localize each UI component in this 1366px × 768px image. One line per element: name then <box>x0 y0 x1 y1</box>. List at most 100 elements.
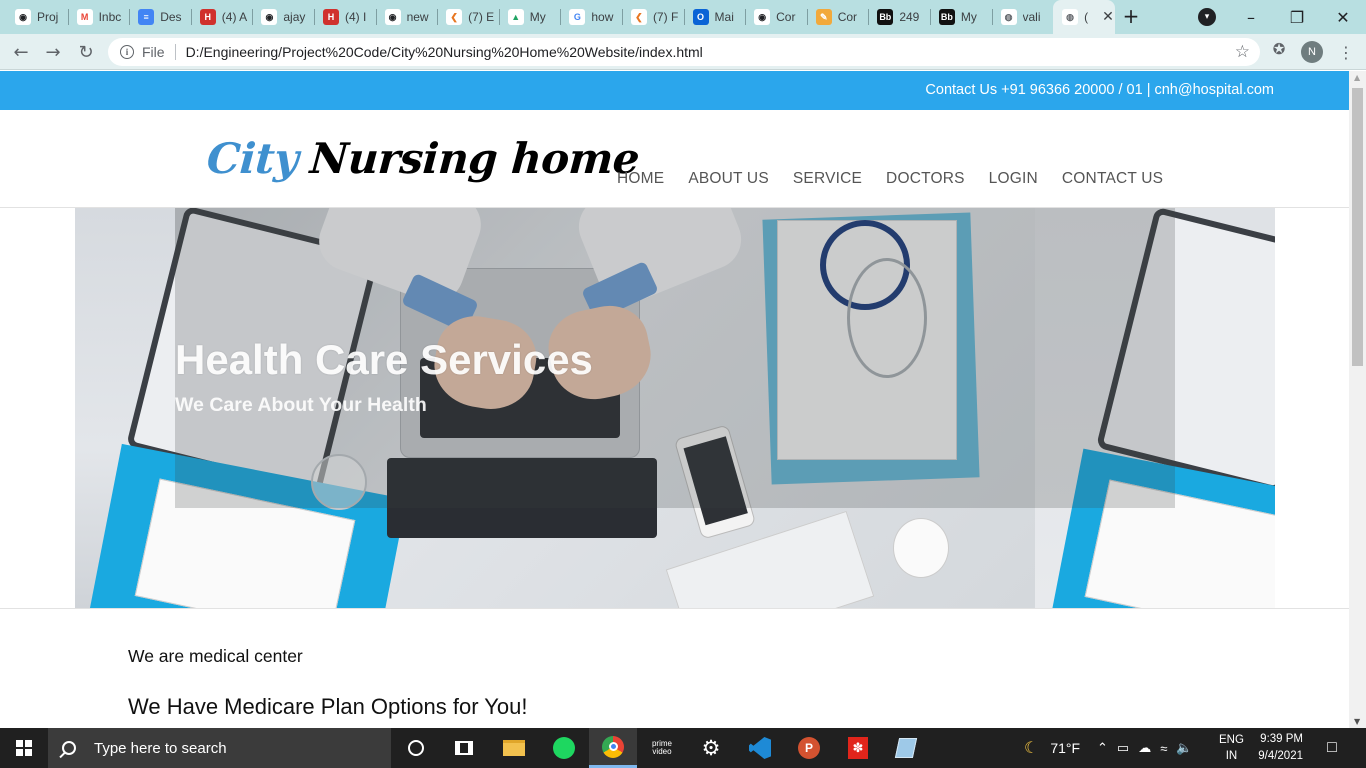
google-icon: G <box>569 9 586 25</box>
address-bar[interactable]: i File D:/Engineering/Project%20Code/Cit… <box>108 38 1260 66</box>
browser-tab[interactable]: H (4) I <box>313 0 376 34</box>
wifi-icon[interactable]: ≈ <box>1160 741 1167 756</box>
notification-icon[interactable]: □ <box>1322 728 1342 768</box>
browser-tabstrip: ◉ Proj M Inbc ≡ Des H (4) A ◉ ajay H (4) I ◉ new ❮ (7) … <box>0 0 1366 34</box>
close-window-button[interactable]: ✕ <box>1320 0 1366 34</box>
leetcode-icon: ❮ <box>446 9 463 25</box>
browser-tab[interactable]: ▲ My <box>498 0 561 34</box>
tab-title: 249 <box>899 10 920 24</box>
weather-widget[interactable]: ☾ 71°F <box>1024 728 1080 768</box>
tab-title: ajay <box>283 10 306 24</box>
powerpoint-icon[interactable]: P <box>785 728 833 768</box>
bookmark-star-icon[interactable]: ☆ <box>1235 42 1250 62</box>
pen-cup-image <box>893 518 949 578</box>
spotify-icon[interactable] <box>540 728 588 768</box>
browser-tab[interactable]: ❮ (7) E <box>437 0 499 34</box>
logo-word-city: City <box>205 134 300 183</box>
tab-title: My <box>960 10 977 24</box>
nav-service[interactable]: SERVICE <box>793 170 862 188</box>
prime-video-icon[interactable]: prime video <box>638 728 686 768</box>
clock-date: 9/4/2021 <box>1258 750 1303 762</box>
contact-info: Contact Us +91 96366 20000 / 01 | cnh@ho… <box>925 82 1274 98</box>
chrome-icon[interactable] <box>589 728 637 768</box>
browser-tab[interactable]: ◍ ( ✕ <box>1053 0 1116 34</box>
cortana-icon[interactable] <box>392 728 440 768</box>
plan-heading: We Have Medicare Plan Options for You! <box>128 694 528 719</box>
tab-title: ( <box>1084 10 1089 24</box>
browser-tab[interactable]: Bb My <box>929 0 992 34</box>
scroll-thumb[interactable] <box>1352 88 1363 366</box>
browser-tab[interactable]: O Mai <box>683 0 746 34</box>
contact-bar: Contact Us +91 96366 20000 / 01 | cnh@ho… <box>0 71 1349 110</box>
browser-tab[interactable]: ◉ new <box>375 0 438 34</box>
scroll-down-arrow-icon[interactable]: ▼ <box>1354 717 1360 726</box>
battery-icon[interactable]: ▭ <box>1117 740 1129 756</box>
github-icon: ◉ <box>384 9 401 25</box>
language-indicator[interactable]: ENG IN <box>1219 728 1244 768</box>
browser-tab[interactable]: ◉ Proj <box>6 0 68 34</box>
task-view-icon[interactable] <box>440 728 488 768</box>
extensions-puzzle-icon[interactable]: ✪ <box>1270 40 1288 58</box>
logo-word-nursing-home: Nursing home <box>308 134 641 183</box>
profile-avatar[interactable]: N <box>1301 41 1323 63</box>
browser-tab[interactable]: ◍ vali <box>991 0 1054 34</box>
search-icon <box>62 741 76 755</box>
minimize-button[interactable]: – <box>1228 0 1274 34</box>
settings-gear-icon[interactable]: ⚙ <box>687 728 735 768</box>
new-tab-button[interactable]: + <box>1119 4 1143 28</box>
windows-taskbar: Type here to search prime video ⚙ P ✽ ☾ 7… <box>0 728 1366 768</box>
page-scrollbar[interactable]: ▲ ▼ <box>1349 71 1366 728</box>
tab-search-icon[interactable]: ▾ <box>1198 8 1216 26</box>
tab-title: Mai <box>714 10 734 24</box>
nav-contact-us[interactable]: CONTACT US <box>1062 170 1163 188</box>
browser-tab[interactable]: ◉ ajay <box>252 0 314 34</box>
drive-icon: ▲ <box>507 9 524 25</box>
browser-tab[interactable]: H (4) A <box>190 0 253 34</box>
vscode-icon[interactable] <box>736 728 784 768</box>
notes-app-icon[interactable] <box>882 728 930 768</box>
gmail-icon: M <box>76 9 93 25</box>
nav-home[interactable]: HOME <box>617 170 664 188</box>
browser-tab[interactable]: ❮ (7) F <box>621 0 684 34</box>
nav-doctors[interactable]: DOCTORS <box>886 170 965 188</box>
github-icon: ◉ <box>261 9 278 25</box>
reload-button[interactable]: ↻ <box>74 40 98 64</box>
url-divider <box>174 44 176 60</box>
url-text[interactable]: D:/Engineering/Project%20Code/City%20Nur… <box>186 44 703 60</box>
browser-tab[interactable]: ✎ Cor <box>806 0 869 34</box>
tab-list: ◉ Proj M Inbc ≡ Des H (4) A ◉ ajay H (4) I ◉ new ❮ (7) … <box>6 0 1116 34</box>
globe-icon: ◍ <box>1062 9 1079 25</box>
browser-tab[interactable]: ◉ Cor <box>745 0 807 34</box>
volume-icon[interactable]: 🔈 <box>1176 740 1192 756</box>
tab-title: (4) I <box>344 10 367 24</box>
leetcode-icon: ❮ <box>630 9 647 25</box>
browser-tab[interactable]: ≡ Des <box>129 0 191 34</box>
site-info-icon[interactable]: i <box>120 45 134 59</box>
back-button[interactable]: ← <box>9 40 33 64</box>
nav-login[interactable]: LOGIN <box>989 170 1038 188</box>
nav-about-us[interactable]: ABOUT US <box>688 170 769 188</box>
browser-menu-icon[interactable]: ⋮ <box>1336 41 1356 63</box>
clock[interactable]: 9:39 PM 9/4/2021 <box>1256 728 1303 768</box>
tab-title: Cor <box>837 10 858 24</box>
tab-close-icon[interactable]: ✕ <box>1102 9 1114 25</box>
hackerearth-icon: H <box>199 9 216 25</box>
tray-chevron-icon[interactable]: ⌃ <box>1097 740 1108 756</box>
tab-title: Cor <box>776 10 796 24</box>
site-header: City Nursing home HOME ABOUT US SERVICE DOCT… <box>0 110 1349 208</box>
forward-button[interactable]: → <box>41 40 65 64</box>
weather-temp: 71°F <box>1050 740 1081 756</box>
browser-tab[interactable]: Bb 249 <box>868 0 930 34</box>
file-explorer-icon[interactable] <box>490 728 538 768</box>
hero-subtitle: We Care About Your Health <box>175 394 427 416</box>
acrobat-icon[interactable]: ✽ <box>834 728 882 768</box>
site-logo[interactable]: City Nursing home <box>205 134 641 183</box>
restore-button[interactable]: ❐ <box>1274 0 1320 34</box>
scroll-up-arrow-icon[interactable]: ▲ <box>1354 73 1360 82</box>
start-button[interactable] <box>0 728 48 768</box>
cloud-icon[interactable]: ☁ <box>1138 740 1151 756</box>
taskbar-search-box[interactable]: Type here to search <box>48 728 391 768</box>
browser-tab[interactable]: Ghow <box>560 0 622 34</box>
page-viewport: Contact Us +91 96366 20000 / 01 | cnh@ho… <box>0 71 1349 728</box>
browser-tab[interactable]: M Inbc <box>67 0 130 34</box>
